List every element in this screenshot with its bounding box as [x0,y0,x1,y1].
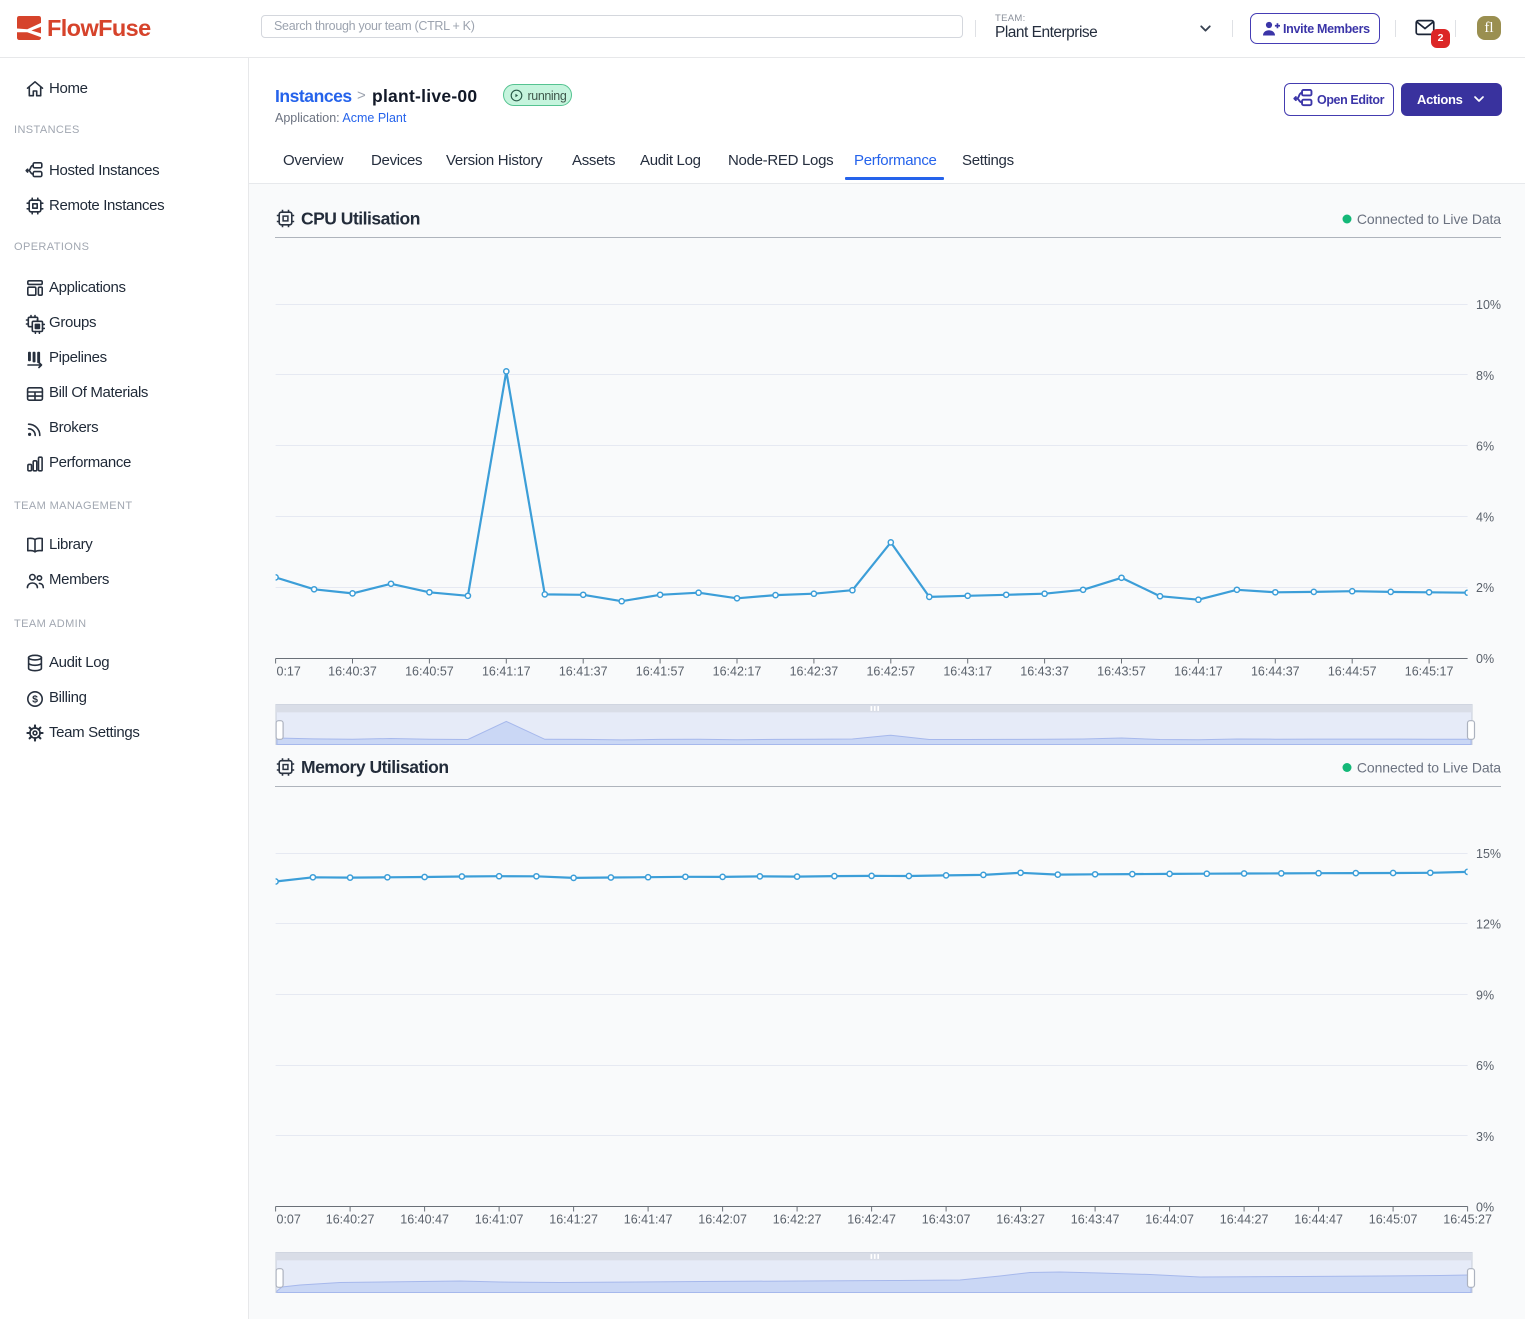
svg-text:16:43:07: 16:43:07 [922,1213,971,1227]
svg-text:9%: 9% [1476,988,1494,1002]
svg-text:2%: 2% [1476,581,1494,595]
svg-text:16:44:27: 16:44:27 [1220,1213,1269,1227]
svg-text:16:41:27: 16:41:27 [549,1213,598,1227]
svg-text:8%: 8% [1476,369,1494,383]
svg-text:Connected to Live Data: Connected to Live Data [1357,760,1501,776]
svg-text:16:42:47: 16:42:47 [847,1213,896,1227]
svg-text:16:43:17: 16:43:17 [943,665,992,679]
svg-text:10%: 10% [1476,298,1501,312]
svg-text:16:43:47: 16:43:47 [1071,1213,1120,1227]
svg-text:0%: 0% [1476,652,1494,666]
svg-text:16:43:27: 16:43:27 [996,1213,1045,1227]
svg-text:Memory Utilisation: Memory Utilisation [301,757,449,777]
svg-text:3%: 3% [1476,1130,1494,1144]
svg-text:16:41:07: 16:41:07 [475,1213,524,1227]
svg-text:16:42:57: 16:42:57 [866,665,915,679]
svg-text:6%: 6% [1476,440,1494,454]
svg-text:16:45:17: 16:45:17 [1405,665,1454,679]
svg-text:16:44:47: 16:44:47 [1294,1213,1343,1227]
svg-text:$: $ [32,693,38,705]
svg-text:16:44:57: 16:44:57 [1328,665,1377,679]
svg-text:6%: 6% [1476,1059,1494,1073]
svg-text:16:41:47: 16:41:47 [624,1213,673,1227]
svg-text:0:17: 0:17 [277,665,301,679]
svg-text:16:42:37: 16:42:37 [790,665,839,679]
svg-text:16:40:47: 16:40:47 [400,1213,449,1227]
svg-text:16:41:17: 16:41:17 [482,665,531,679]
svg-text:16:42:27: 16:42:27 [773,1213,822,1227]
svg-text:Connected to Live Data: Connected to Live Data [1357,211,1501,227]
svg-text:0:07: 0:07 [277,1213,301,1227]
svg-text:CPU Utilisation: CPU Utilisation [301,209,420,229]
svg-text:16:44:07: 16:44:07 [1145,1213,1194,1227]
svg-text:16:41:37: 16:41:37 [559,665,608,679]
svg-text:16:43:37: 16:43:37 [1020,665,1069,679]
svg-text:16:44:37: 16:44:37 [1251,665,1300,679]
svg-text:16:42:07: 16:42:07 [698,1213,747,1227]
svg-text:16:44:17: 16:44:17 [1174,665,1223,679]
svg-text:16:45:07: 16:45:07 [1369,1213,1418,1227]
svg-text:16:45:27: 16:45:27 [1443,1213,1492,1227]
svg-text:16:42:17: 16:42:17 [713,665,762,679]
svg-text:16:40:37: 16:40:37 [328,665,377,679]
svg-text:15%: 15% [1476,847,1501,861]
svg-text:12%: 12% [1476,918,1501,932]
svg-text:16:40:57: 16:40:57 [405,665,454,679]
svg-text:16:41:57: 16:41:57 [636,665,685,679]
svg-text:16:40:27: 16:40:27 [326,1213,375,1227]
svg-text:4%: 4% [1476,510,1494,524]
svg-text:16:43:57: 16:43:57 [1097,665,1146,679]
